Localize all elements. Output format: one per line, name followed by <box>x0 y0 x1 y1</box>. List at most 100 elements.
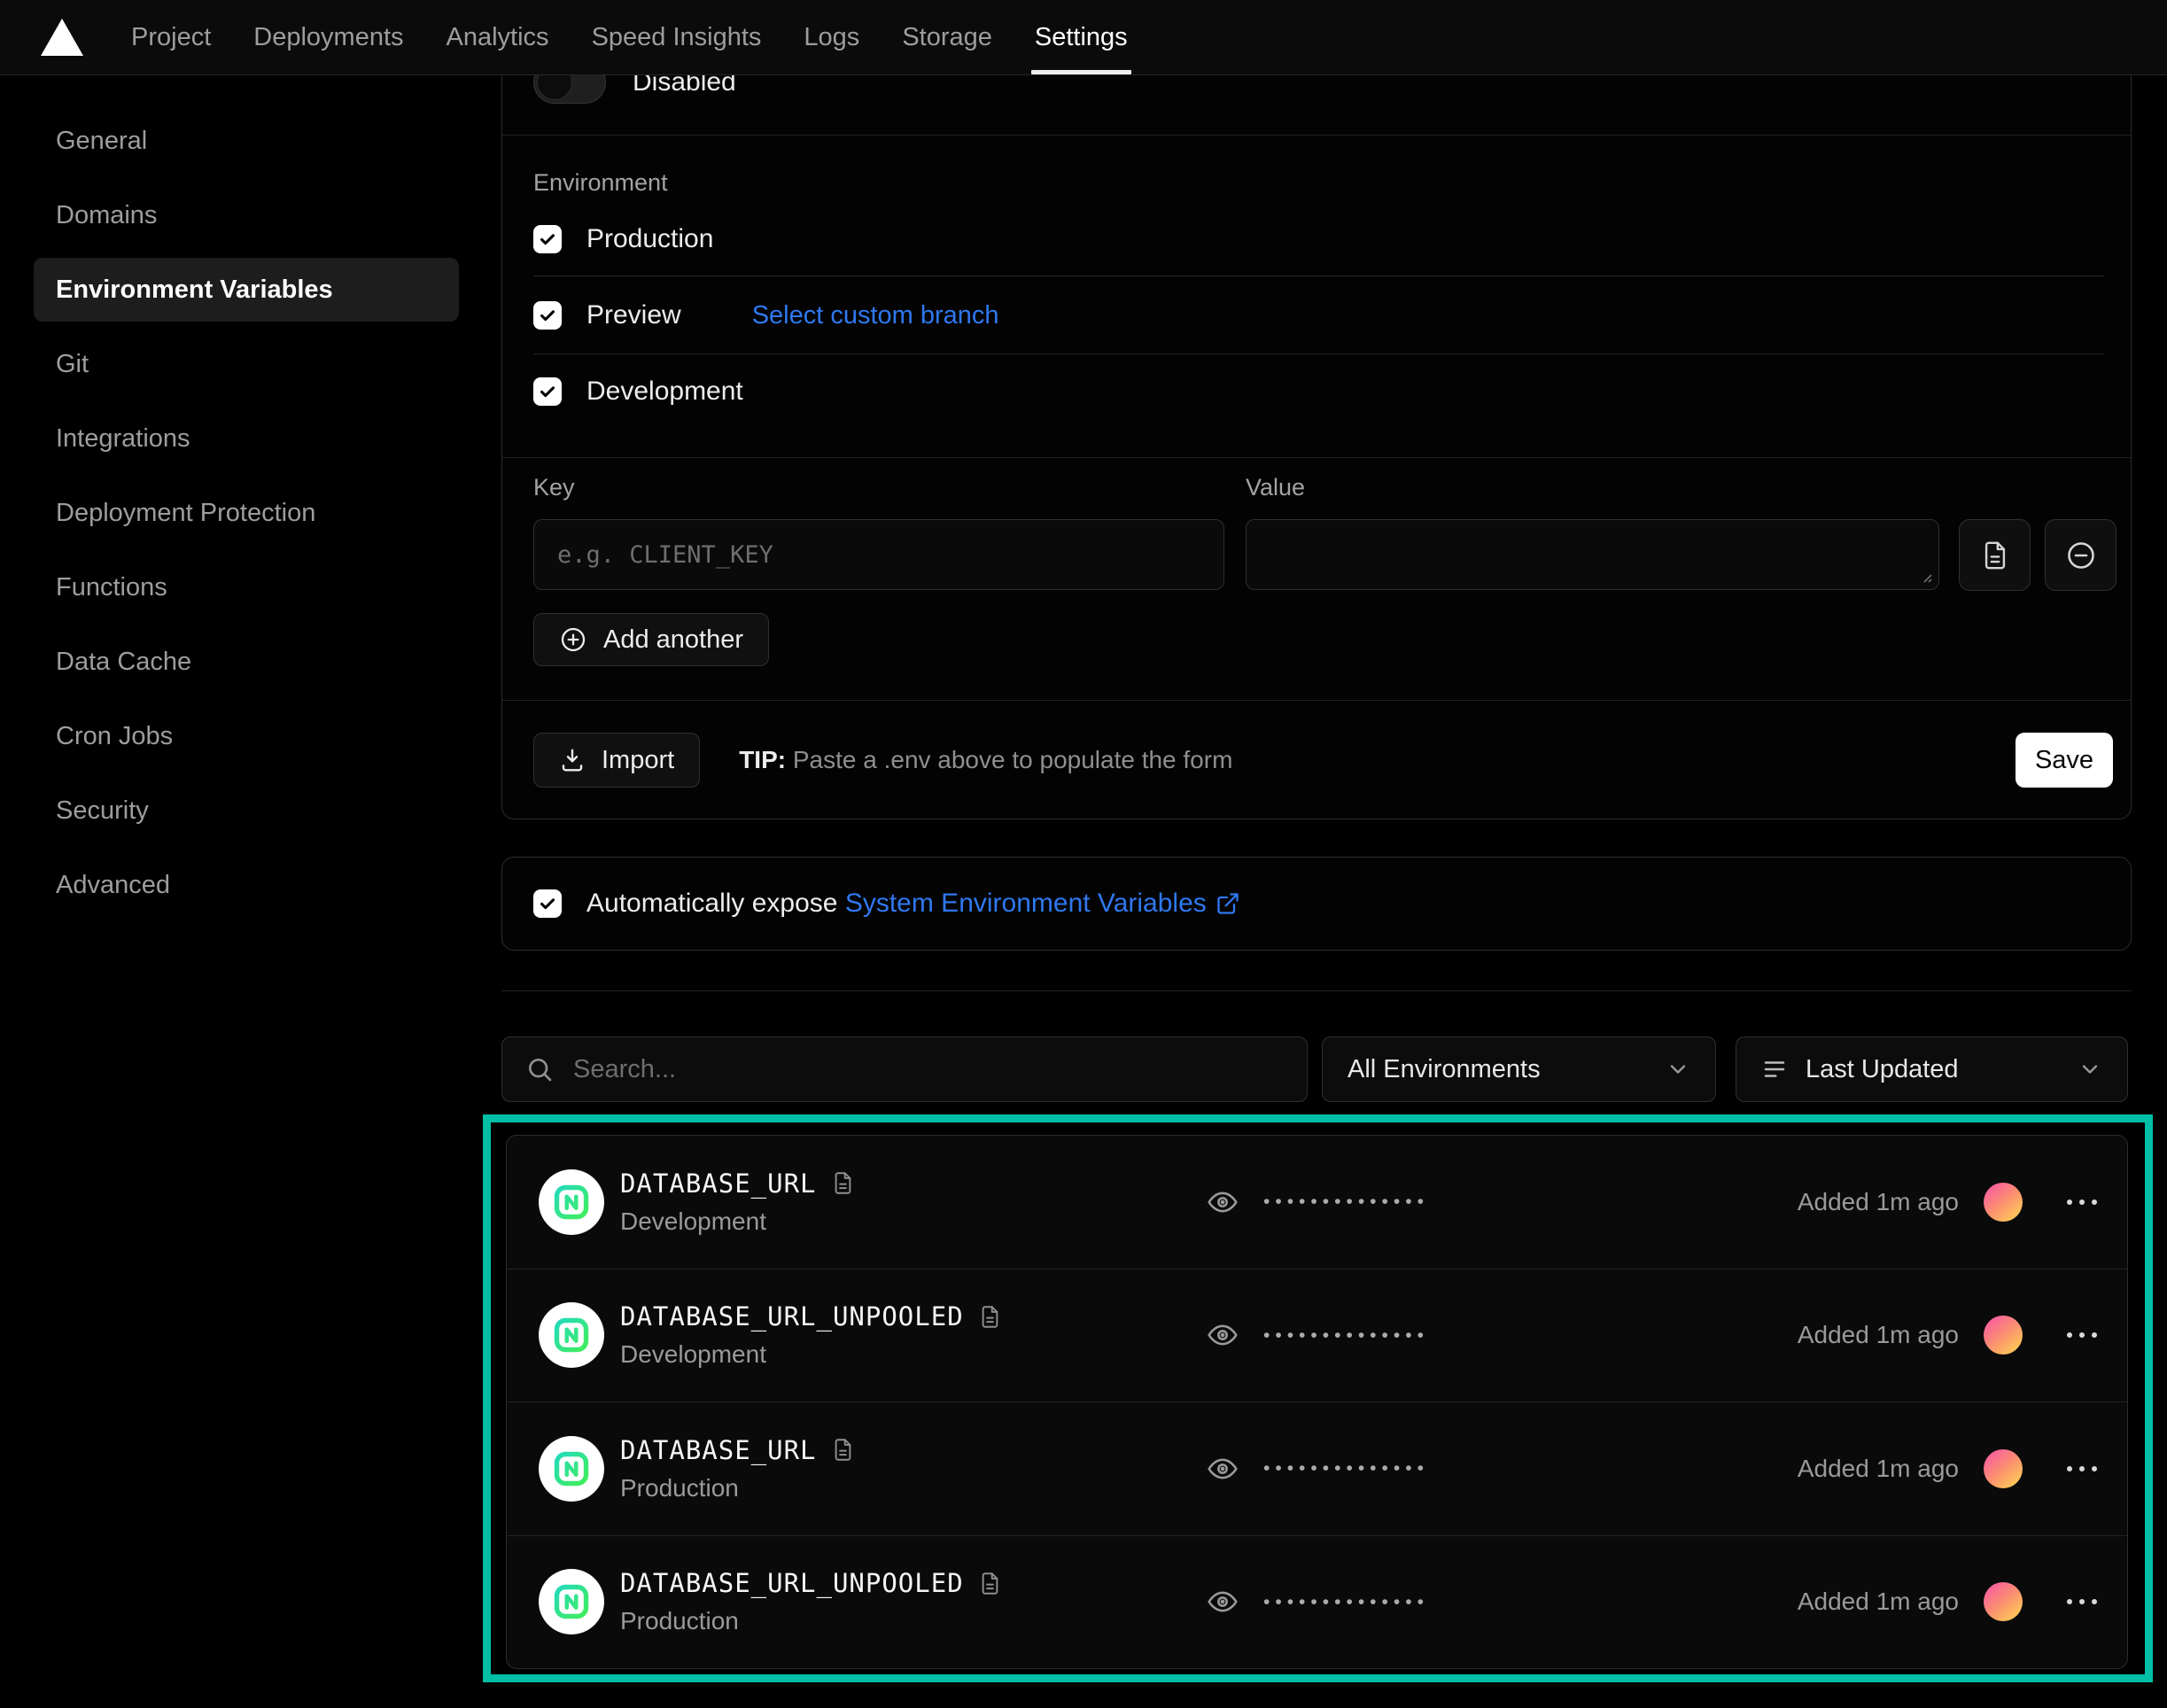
note-file-icon[interactable] <box>978 1572 1002 1595</box>
nav-tab-deployments[interactable]: Deployments <box>232 0 424 74</box>
sidebar-item-security[interactable]: Security <box>34 779 459 842</box>
neon-integration-icon <box>539 1169 604 1235</box>
env-var-value: •••••••••••••• <box>1207 1586 1429 1618</box>
top-nav: Project Deployments Analytics Speed Insi… <box>0 0 2167 75</box>
env-var-name: DATABASE_URL_UNPOOLED <box>620 1568 964 1598</box>
environment-option-development: Development <box>533 377 743 407</box>
env-var-environment: Production <box>620 1607 1002 1635</box>
check-icon <box>538 306 557 325</box>
preview-checkbox[interactable] <box>533 301 562 330</box>
environment-filter-select[interactable]: All Environments <box>1322 1036 1716 1102</box>
env-variables-list: DATABASE_URL Development •••••••••••••• … <box>506 1135 2128 1669</box>
sidebar-item-functions[interactable]: Functions <box>34 555 459 619</box>
filters-row: All Environments Last Updated <box>501 1036 2132 1102</box>
add-another-button[interactable]: Add another <box>533 613 769 666</box>
env-var-value: •••••••••••••• <box>1207 1453 1429 1485</box>
added-timestamp: Added 1m ago <box>1798 1588 1959 1616</box>
row-menu-button[interactable] <box>2062 1461 2102 1477</box>
tip-text: Paste a .env above to populate the form <box>786 746 1232 773</box>
check-icon <box>538 894 557 913</box>
masked-value: •••••••••••••• <box>1263 1326 1429 1345</box>
sidebar-item-advanced[interactable]: Advanced <box>34 853 459 917</box>
eye-icon[interactable] <box>1207 1319 1239 1351</box>
check-icon <box>538 229 557 249</box>
sidebar-item-data-cache[interactable]: Data Cache <box>34 630 459 694</box>
env-var-row: DATABASE_URL Development •••••••••••••• … <box>507 1136 2127 1269</box>
value-label: Value <box>1246 474 1305 501</box>
sort-lines-icon <box>1761 1056 1788 1083</box>
system-env-vars-link[interactable]: System Environment Variables <box>845 889 1240 919</box>
added-timestamp: Added 1m ago <box>1798 1188 1959 1216</box>
production-label: Production <box>586 224 713 254</box>
neon-integration-icon <box>539 1302 604 1368</box>
avatar <box>1984 1449 2023 1488</box>
note-file-icon[interactable] <box>978 1305 1002 1329</box>
env-var-meta: Added 1m ago <box>1798 1316 2102 1355</box>
import-button[interactable]: Import <box>533 733 700 788</box>
paste-env-button[interactable] <box>1959 519 2031 591</box>
row-menu-button[interactable] <box>2062 1594 2102 1610</box>
masked-value: •••••••••••••• <box>1263 1192 1429 1211</box>
sidebar-item-git[interactable]: Git <box>34 332 459 396</box>
production-checkbox[interactable] <box>533 225 562 253</box>
eye-icon[interactable] <box>1207 1586 1239 1618</box>
auto-expose-checkbox[interactable] <box>533 889 562 918</box>
sort-select[interactable]: Last Updated <box>1736 1036 2128 1102</box>
sidebar-item-integrations[interactable]: Integrations <box>34 407 459 470</box>
env-var-value: •••••••••••••• <box>1207 1319 1429 1351</box>
nav-tab-storage[interactable]: Storage <box>881 0 1014 74</box>
env-var-meta: Added 1m ago <box>1798 1183 2102 1222</box>
added-timestamp: Added 1m ago <box>1798 1321 1959 1349</box>
form-footer: Import TIP: Paste a .env above to popula… <box>502 700 2131 819</box>
development-checkbox[interactable] <box>533 377 562 406</box>
plus-circle-icon <box>559 625 587 654</box>
note-file-icon[interactable] <box>831 1171 855 1195</box>
divider <box>533 353 2104 354</box>
sidebar-item-general[interactable]: General <box>34 109 459 173</box>
env-var-row: DATABASE_URL_UNPOOLED Development ••••••… <box>507 1269 2127 1402</box>
environment-option-production: Production <box>533 224 713 254</box>
key-input[interactable] <box>533 519 1224 590</box>
nav-tab-analytics[interactable]: Analytics <box>425 0 571 74</box>
select-custom-branch-link[interactable]: Select custom branch <box>752 301 999 330</box>
nav-tab-project[interactable]: Project <box>110 0 232 74</box>
remove-row-button[interactable] <box>2045 519 2117 591</box>
divider <box>501 990 2132 991</box>
eye-icon[interactable] <box>1207 1186 1239 1218</box>
sidebar-item-domains[interactable]: Domains <box>34 183 459 247</box>
env-var-environment: Development <box>620 1207 855 1236</box>
chevron-down-icon <box>1666 1057 1690 1082</box>
sidebar-item-cron-jobs[interactable]: Cron Jobs <box>34 704 459 768</box>
row-menu-button[interactable] <box>2062 1327 2102 1343</box>
resize-handle-icon[interactable] <box>1919 570 1933 584</box>
system-env-card: Automatically expose System Environment … <box>501 857 2132 951</box>
environment-option-preview: Preview Select custom branch <box>533 300 999 330</box>
env-var-row: DATABASE_URL_UNPOOLED Production •••••••… <box>507 1535 2127 1669</box>
main-content: Disabled Environment Production Preview … <box>501 0 2132 1708</box>
vercel-logo-icon[interactable] <box>41 19 83 56</box>
avatar <box>1984 1582 2023 1621</box>
env-tip: TIP: Paste a .env above to populate the … <box>739 746 1232 774</box>
add-another-label: Add another <box>603 625 743 655</box>
added-timestamp: Added 1m ago <box>1798 1455 1959 1483</box>
environment-section-label: Environment <box>533 169 668 197</box>
value-input[interactable] <box>1246 519 1939 590</box>
sidebar-item-environment-variables[interactable]: Environment Variables <box>34 258 459 322</box>
search-input[interactable] <box>573 1055 1284 1084</box>
nav-tab-speed-insights[interactable]: Speed Insights <box>571 0 783 74</box>
sidebar-item-deployment-protection[interactable]: Deployment Protection <box>34 481 459 545</box>
env-var-meta: Added 1m ago <box>1798 1449 2102 1488</box>
neon-integration-icon <box>539 1436 604 1502</box>
avatar <box>1984 1316 2023 1355</box>
nav-tab-settings[interactable]: Settings <box>1014 0 1149 74</box>
env-variable-form-card: Disabled Environment Production Preview … <box>501 25 2132 819</box>
note-file-icon[interactable] <box>831 1438 855 1462</box>
masked-value: •••••••••••••• <box>1263 1459 1429 1478</box>
eye-icon[interactable] <box>1207 1453 1239 1485</box>
env-var-names: DATABASE_URL_UNPOOLED Production <box>620 1568 1002 1635</box>
nav-tab-logs[interactable]: Logs <box>782 0 881 74</box>
search-box <box>501 1036 1308 1102</box>
nav-tabs: Project Deployments Analytics Speed Insi… <box>110 0 1149 74</box>
row-menu-button[interactable] <box>2062 1194 2102 1210</box>
save-button[interactable]: Save <box>2016 733 2113 788</box>
